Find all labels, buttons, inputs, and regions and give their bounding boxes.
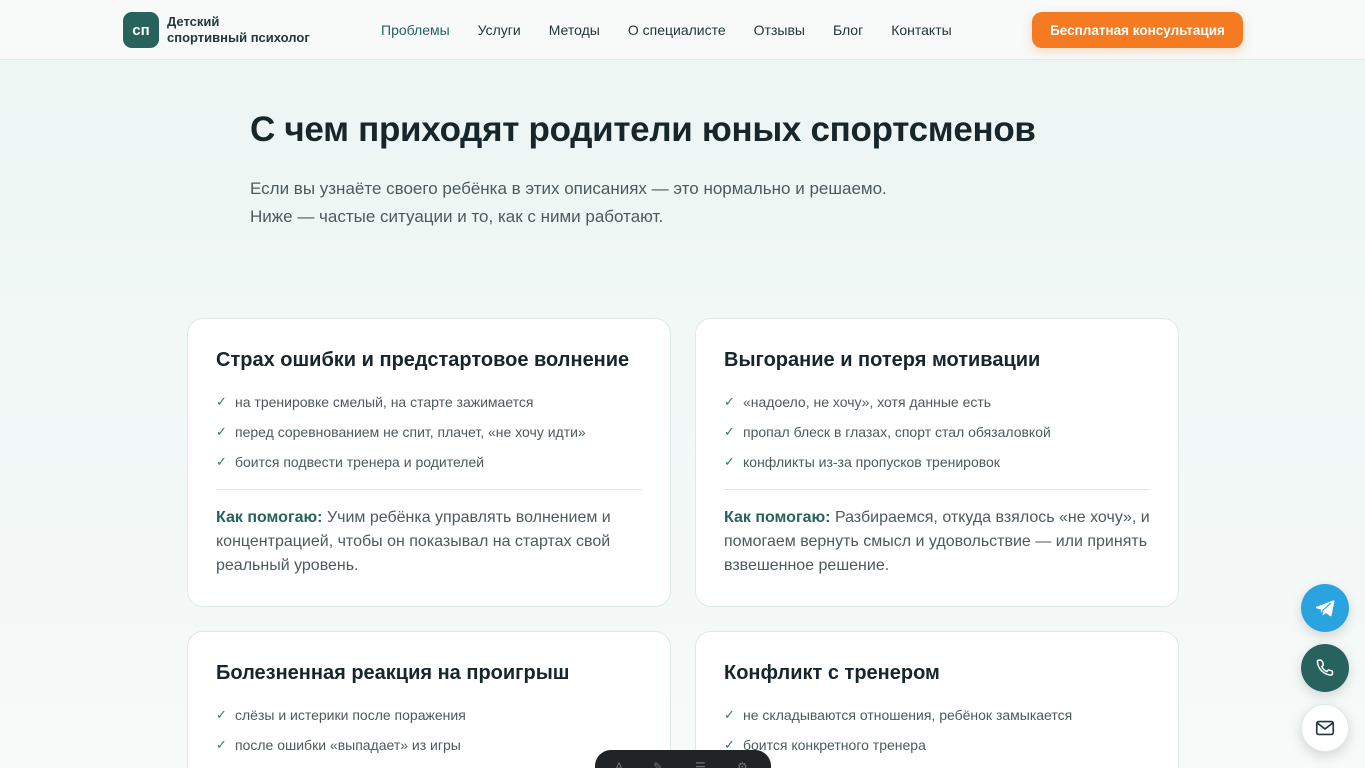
nav-methods[interactable]: Методы <box>549 20 600 40</box>
symptom-list: ✓ слёзы и истерики после поражения ✓ после… <box>216 700 642 760</box>
site-header: сп Детский спортивный психолог Проблемы … <box>0 0 1365 60</box>
main-nav: Проблемы Услуги Методы О специалисте Отз… <box>381 20 980 40</box>
symptom-list: ✓ не складываются отношения, ребёнок замы… <box>724 700 1150 760</box>
list-item: ✓ перед соревнованием не спит, плачет, «н… <box>216 417 642 447</box>
symptom-list: ✓ на тренировке смелый, на старте зажимае… <box>216 387 642 477</box>
symptom-list: ✓ «надоело, не хочу», хотя данные есть ✓ п… <box>724 387 1150 477</box>
list-item-text: после ошибки «выпадает» из игры <box>235 737 461 753</box>
list-item-text: боится подвести тренера и родителей <box>235 454 485 470</box>
check-icon: ✓ <box>724 707 735 722</box>
nav-contacts[interactable]: Контакты <box>891 20 951 40</box>
list-item-text: слёзы и истерики после поражения <box>235 707 466 723</box>
floating-toolbar[interactable]: A ✎ ☰ ⚙ <box>595 750 771 768</box>
nav-blog[interactable]: Блог <box>833 20 863 40</box>
list-item-text: пропал блеск в глазах, спорт стал обязал… <box>743 424 1051 440</box>
telegram-button[interactable] <box>1301 584 1349 632</box>
check-icon: ✓ <box>724 394 735 409</box>
check-icon: ✓ <box>216 424 227 439</box>
help-text: Как помогаю: Учим ребёнка управлять волн… <box>216 506 642 578</box>
nav-services[interactable]: Услуги <box>478 20 521 40</box>
section-title: С чем приходят родители юных спортсменов <box>250 110 1036 149</box>
list-item-text: «надоело, не хочу», хотя данные есть <box>743 394 992 410</box>
nav-about[interactable]: О специалисте <box>628 20 726 40</box>
card-title: Выгорание и потеря мотивации <box>724 349 1041 371</box>
list-item-text: конфликты из-за пропусков тренировок <box>743 454 1000 470</box>
nav-reviews[interactable]: Отзывы <box>754 20 805 40</box>
check-icon: ✓ <box>216 737 227 752</box>
logo-badge: сп <box>123 12 159 48</box>
list-item: ✓ после ошибки «выпадает» из игры <box>216 730 642 760</box>
list-item-text: не складываются отношения, ребёнок замык… <box>743 707 1073 723</box>
list-item: ✓ на тренировке смелый, на старте зажимае… <box>216 387 642 417</box>
help-text: Как помогаю: Разбираемся, откуда взялось… <box>724 506 1150 578</box>
problem-card-losing: Болезненная реакция на проигрыш ✓ слёзы и… <box>187 631 671 768</box>
menu-icon[interactable]: ☰ <box>695 760 709 768</box>
check-icon: ✓ <box>216 394 227 409</box>
list-item: ✓ не складываются отношения, ребёнок замы… <box>724 700 1150 730</box>
help-label: Как помогаю: <box>724 509 831 526</box>
card-title: Конфликт с тренером <box>724 662 940 684</box>
logo[interactable]: сп Детский спортивный психолог <box>123 12 310 48</box>
free-consultation-button[interactable]: Бесплатная консультация <box>1032 12 1243 48</box>
logo-text: Детский спортивный психолог <box>167 14 310 46</box>
phone-button[interactable] <box>1301 644 1349 692</box>
logo-line1: Детский <box>167 14 220 29</box>
list-item: ✓ конфликты из-за пропусков тренировок <box>724 447 1150 477</box>
mail-button[interactable] <box>1301 704 1349 752</box>
check-icon: ✓ <box>216 707 227 722</box>
list-item: ✓ боится конкретного тренера <box>724 730 1150 760</box>
phone-icon <box>1316 659 1334 676</box>
mail-icon <box>1315 720 1335 736</box>
list-item: ✓ «надоело, не хочу», хотя данные есть <box>724 387 1150 417</box>
card-title: Болезненная реакция на проигрыш <box>216 662 570 684</box>
list-item: ✓ боится подвести тренера и родителей <box>216 447 642 477</box>
check-icon: ✓ <box>724 454 735 469</box>
check-icon: ✓ <box>724 424 735 439</box>
divider <box>216 489 642 490</box>
list-item-text: перед соревнованием не спит, плачет, «не… <box>235 424 586 440</box>
font-icon[interactable]: A <box>615 760 629 768</box>
nav-problems[interactable]: Проблемы <box>381 20 450 40</box>
problem-card-fear: Страх ошибки и предстартовое волнение ✓ н… <box>187 318 671 607</box>
check-icon: ✓ <box>216 454 227 469</box>
gear-icon[interactable]: ⚙ <box>737 760 751 768</box>
list-item-text: боится конкретного тренера <box>743 737 926 753</box>
list-item-text: на тренировке смелый, на старте зажимает… <box>235 394 534 410</box>
section-lead: Если вы узнаёте своего ребёнка в этих оп… <box>250 179 887 226</box>
list-item: ✓ слёзы и истерики после поражения <box>216 700 642 730</box>
problem-card-coach-conflict: Конфликт с тренером ✓ не складываются отн… <box>695 631 1179 768</box>
card-title: Страх ошибки и предстартовое волнение <box>216 349 630 371</box>
divider <box>724 489 1150 490</box>
telegram-icon <box>1315 600 1335 617</box>
logo-line2: спортивный психолог <box>167 30 310 45</box>
pin-icon[interactable]: ✎ <box>653 760 667 768</box>
help-label: Как помогаю: <box>216 509 323 526</box>
list-item: ✓ пропал блеск в глазах, спорт стал обяза… <box>724 417 1150 447</box>
problem-card-burnout: Выгорание и потеря мотивации ✓ «надоело, … <box>695 318 1179 607</box>
